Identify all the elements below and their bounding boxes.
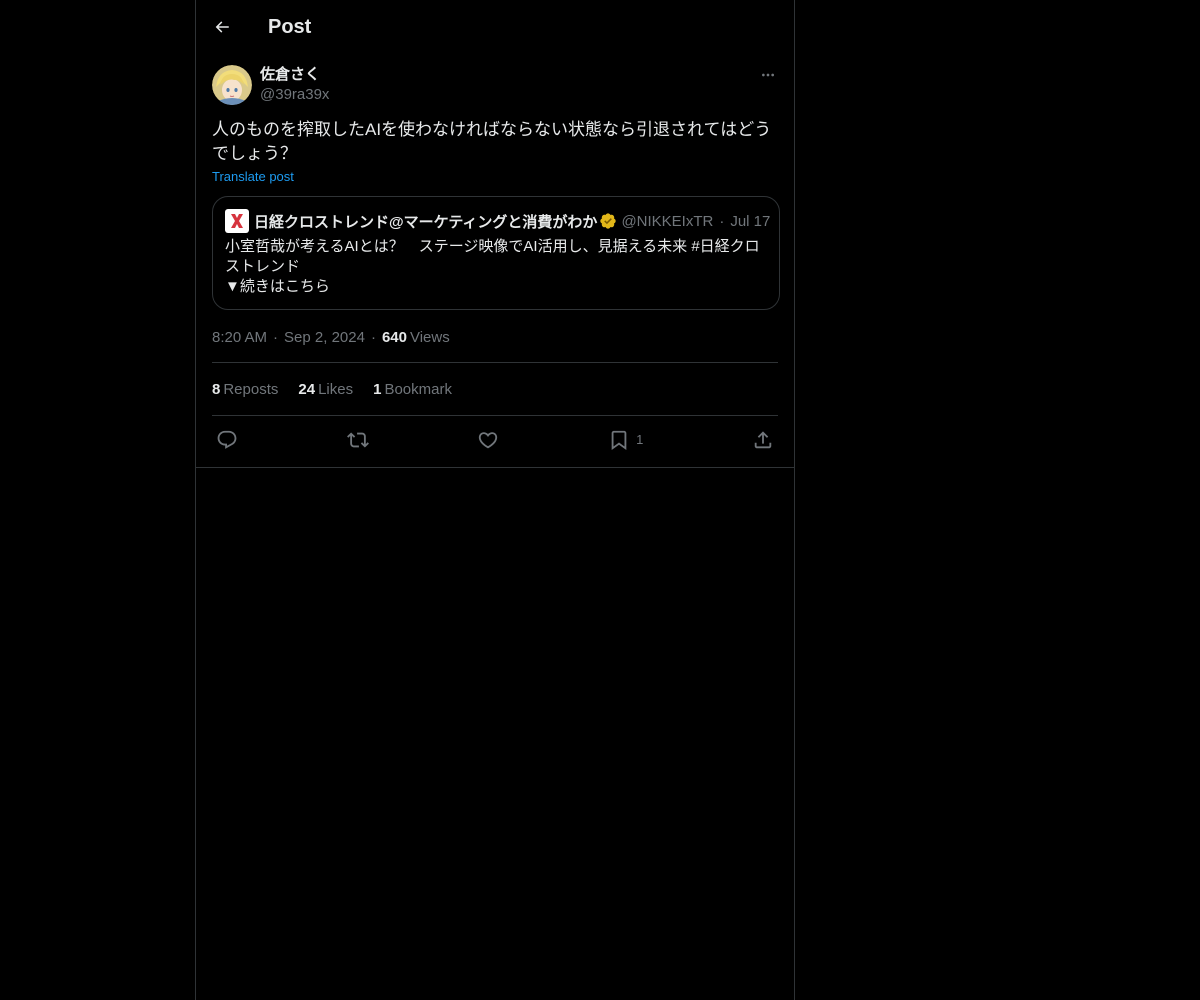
reposts-label: Reposts [223,380,279,398]
post-stats: 8 Reposts 24 Likes 1 Bookmark [212,363,778,416]
author-handle[interactable]: @39ra39x [260,85,329,105]
separator-dot: · [273,328,279,346]
reposts-count: 8 [212,380,221,398]
arrow-left-icon [215,21,229,33]
repost-icon [346,432,369,447]
reply-icon [217,430,237,449]
post-meta: 8:20 AM · Sep 2, 2024 · 640 Views [212,328,778,363]
likes-label: Likes [318,380,354,398]
heart-icon [479,431,498,448]
post-actions: 1 [212,416,778,463]
post-text: 人のものを搾取したAIを使わなければならない状態なら引退されてはどうでしょう？ [212,120,772,163]
page-title: Post [268,15,312,38]
post-author-row: 佐倉さく @39ra39x [212,64,778,112]
post-date[interactable]: Sep 2, 2024 [284,329,365,346]
post-time[interactable]: 8:20 AM [212,329,267,346]
views-count: 640 [381,328,407,346]
bookmarks-label: Bookmark [384,380,452,398]
avatar-anime-character-icon [212,65,252,105]
bookmark-button[interactable]: 1 [608,429,643,451]
translate-post-link[interactable]: Translate post [212,168,294,186]
share-button[interactable] [752,429,774,451]
author-display-name[interactable]: 佐倉さく [260,65,329,85]
views-label: Views [409,328,450,346]
likes-stat[interactable]: 24 Likes [298,381,353,398]
likes-count: 24 [298,380,316,398]
quoted-avatar [225,209,249,233]
quoted-author-handle: @NIKKEIxTR [621,212,714,230]
repost-button[interactable] [346,429,369,451]
share-icon [754,430,772,448]
page-header: Post [196,0,794,54]
quoted-post-date: Jul 17 [730,212,771,230]
back-button[interactable] [212,17,232,37]
verified-badge-icon [599,212,617,230]
post-detail: 佐倉さく @39ra39x 人のものを搾取したAIを使わなければならない状態なら… [196,54,794,463]
quoted-post-text-line: 小室哲哉が考えるAIとは？ ステージ映像でAI活用し、見据える未来 #日経クロス… [225,238,760,275]
more-options-button[interactable] [758,66,778,84]
quoted-author-name: 日経クロストレンド@マーケティングと消費がわか [254,213,598,231]
post-bottom-divider [196,467,794,468]
bookmark-icon [611,430,627,450]
reply-button[interactable] [216,429,238,451]
like-button[interactable] [477,429,499,451]
avatar[interactable] [212,65,252,105]
author-names: 佐倉さく @39ra39x [260,64,329,105]
bookmarks-stat[interactable]: 1 Bookmark [373,381,452,398]
quoted-post[interactable]: 日経クロストレンド@マーケティングと消費がわか @NIKKEIxTR · Jul… [212,196,780,310]
primary-column: Post 佐倉さく @39ra39x 人のものを搾取したAIを使わなければならな… [195,0,795,1000]
quoted-post-body: 小室哲哉が考えるAIとは？ ステージ映像でAI活用し、見据える未来 #日経クロス… [225,237,767,297]
more-horizontal-icon [762,73,774,77]
nikkei-xtrend-logo-icon [227,211,247,231]
separator-dot: · [370,328,376,346]
reposts-stat[interactable]: 8 Reposts [212,381,278,398]
separator-dot: · [719,212,725,230]
quoted-post-header: 日経クロストレンド@マーケティングと消費がわか @NIKKEIxTR · Jul… [225,209,771,233]
bookmarks-count: 1 [373,380,382,398]
quoted-post-text-line: ▼続きはこちら [225,278,330,295]
bookmark-count: 1 [636,432,644,447]
